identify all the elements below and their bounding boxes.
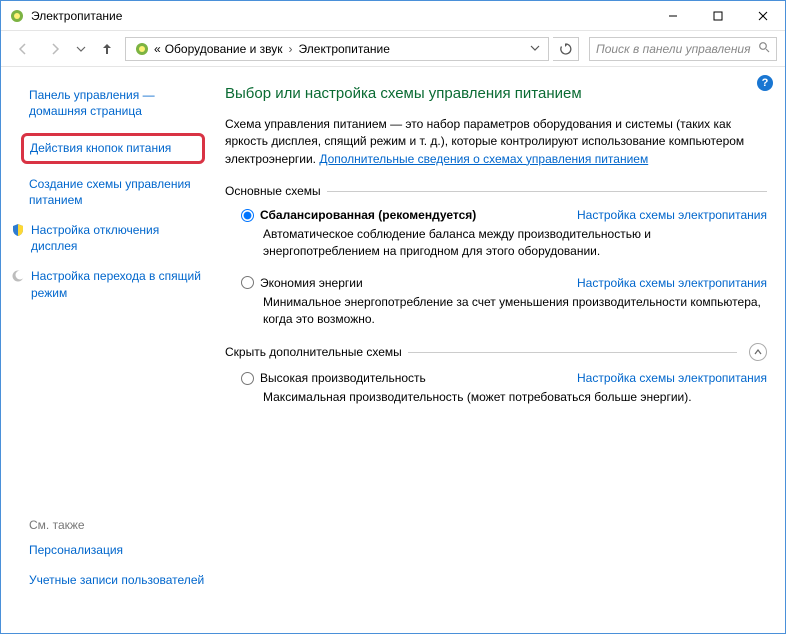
- plan-balanced-radio[interactable]: Сбалансированная (рекомендуется): [241, 208, 476, 222]
- power-options-icon: [9, 8, 25, 24]
- shield-icon: [11, 223, 25, 237]
- breadcrumb-separator: ›: [289, 42, 293, 56]
- collapse-button[interactable]: [749, 343, 767, 361]
- plan-saver-settings-link[interactable]: Настройка схемы электропитания: [577, 276, 767, 290]
- see-also-heading: См. также: [29, 518, 205, 532]
- sidebar-display-off-link[interactable]: Настройка отключения дисплея: [31, 222, 205, 254]
- refresh-button[interactable]: [553, 37, 579, 61]
- plan-saver-title: Экономия энергии: [260, 276, 363, 290]
- search-placeholder: Поиск в панели управления: [596, 42, 758, 56]
- plan-balanced-title: Сбалансированная (рекомендуется): [260, 208, 476, 222]
- plan-saver-radio[interactable]: Экономия энергии: [241, 276, 363, 290]
- sidebar-sleep-link[interactable]: Настройка перехода в спящий режим: [31, 268, 205, 300]
- plan-high-radio[interactable]: Высокая производительность: [241, 371, 426, 385]
- breadcrumb[interactable]: « Оборудование и звук › Электропитание: [125, 37, 549, 61]
- minimize-button[interactable]: [650, 1, 695, 30]
- search-input[interactable]: Поиск в панели управления: [589, 37, 777, 61]
- sidebar-personalization-link[interactable]: Персонализация: [29, 542, 205, 558]
- breadcrumb-seg-power[interactable]: Электропитание: [299, 42, 390, 56]
- section-more-label: Скрыть дополнительные схемы: [225, 345, 402, 359]
- plan-balanced-desc: Автоматическое соблюдение баланса между …: [263, 226, 767, 260]
- plan-high-desc: Максимальная производительность (может п…: [263, 389, 767, 406]
- page-title: Выбор или настройка схемы управления пит…: [225, 85, 767, 102]
- divider: [408, 352, 737, 353]
- plan-high-title: Высокая производительность: [260, 371, 426, 385]
- sidebar-create-plan-link[interactable]: Создание схемы управления питанием: [29, 176, 205, 208]
- recent-locations-button[interactable]: [73, 35, 89, 63]
- sidebar-user-accounts-link[interactable]: Учетные записи пользователей: [29, 572, 205, 588]
- plan-saver-desc: Минимальное энергопотребление за счет ум…: [263, 294, 767, 328]
- breadcrumb-prefix: «: [154, 42, 161, 56]
- close-button[interactable]: [740, 1, 785, 30]
- sidebar-power-buttons-link[interactable]: Действия кнопок питания: [30, 140, 196, 156]
- learn-more-link[interactable]: Дополнительные сведения о схемах управле…: [319, 152, 648, 166]
- help-icon[interactable]: ?: [757, 75, 773, 91]
- back-button[interactable]: [9, 35, 37, 63]
- plan-balanced-settings-link[interactable]: Настройка схемы электропитания: [577, 208, 767, 222]
- page-description: Схема управления питанием — это набор па…: [225, 116, 767, 168]
- moon-icon: [11, 269, 25, 283]
- divider: [327, 191, 767, 192]
- search-icon: [758, 41, 770, 56]
- window-title: Электропитание: [31, 9, 122, 23]
- control-panel-icon: [134, 41, 150, 57]
- breadcrumb-seg-hardware[interactable]: Оборудование и звук: [165, 42, 283, 56]
- breadcrumb-dropdown-icon[interactable]: [526, 42, 544, 56]
- section-basic-label: Основные схемы: [225, 184, 321, 198]
- sidebar-home-link[interactable]: Панель управления — домашняя страница: [29, 87, 205, 119]
- up-button[interactable]: [93, 35, 121, 63]
- plan-high-settings-link[interactable]: Настройка схемы электропитания: [577, 371, 767, 385]
- maximize-button[interactable]: [695, 1, 740, 30]
- forward-button[interactable]: [41, 35, 69, 63]
